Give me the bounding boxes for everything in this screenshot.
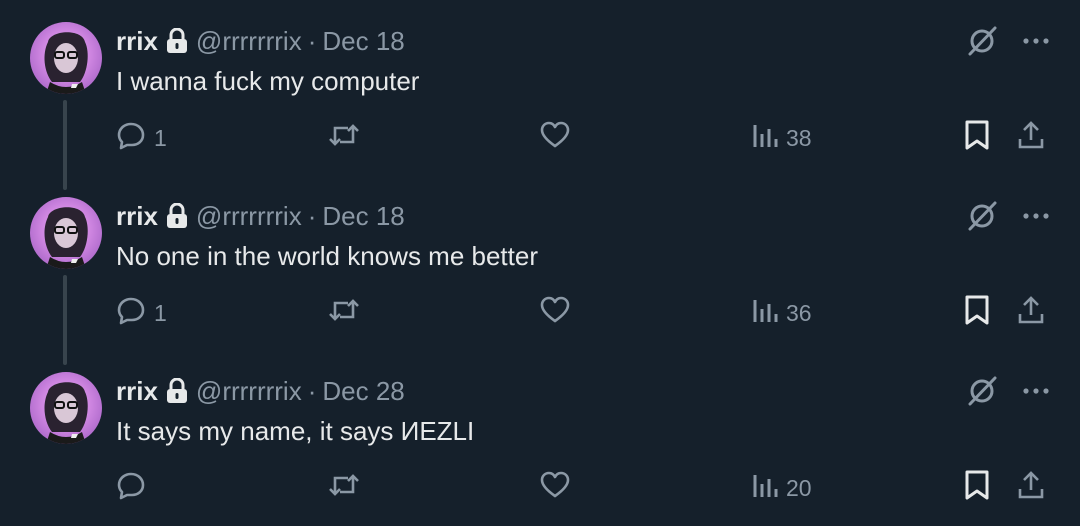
bookmark-button[interactable]	[964, 120, 990, 156]
bookmark-icon	[964, 469, 990, 507]
reply-button[interactable]: 1	[116, 295, 167, 331]
reply-count: 1	[154, 124, 167, 151]
reply-icon	[116, 470, 146, 506]
avatar[interactable]	[30, 372, 102, 444]
display-name[interactable]: rrix	[116, 24, 158, 58]
share-button[interactable]	[1016, 120, 1046, 156]
retweet-button[interactable]	[328, 470, 360, 506]
handle[interactable]: @rrrrrrrix	[196, 199, 302, 233]
reply-button[interactable]	[116, 470, 154, 506]
lock-icon	[166, 377, 188, 404]
avatar[interactable]	[30, 197, 102, 269]
views-button[interactable]: 36	[752, 295, 812, 331]
views-icon	[752, 296, 778, 330]
lock-icon	[166, 202, 188, 229]
separator: ·	[307, 376, 317, 406]
action-bar: 20	[116, 470, 1056, 506]
more-icon[interactable]	[1022, 212, 1050, 220]
views-icon	[752, 471, 778, 505]
display-name[interactable]: rrix	[116, 374, 158, 408]
tweet-header: rrix @rrrrrrrix · Dec 28	[116, 374, 405, 408]
tweet-text: It says my name, it says ИEZLI	[116, 416, 475, 446]
action-bar: 1 36	[116, 295, 1056, 331]
share-icon	[1016, 120, 1046, 156]
share-button[interactable]	[1016, 295, 1046, 331]
retweet-icon	[328, 470, 360, 506]
separator: ·	[307, 26, 317, 56]
reply-button[interactable]: 1	[116, 120, 167, 156]
grok-icon[interactable]	[966, 200, 998, 232]
bookmark-button[interactable]	[964, 470, 990, 506]
tweet[interactable]: rrix @rrrrrrrix · Dec 18 No one in the w…	[0, 175, 1080, 365]
timestamp[interactable]: Dec 28	[322, 374, 404, 408]
action-bar: 1 38	[116, 120, 1056, 156]
top-actions	[966, 374, 1050, 408]
bookmark-button[interactable]	[964, 295, 990, 331]
like-icon	[540, 296, 570, 330]
retweet-icon	[328, 295, 360, 331]
timestamp[interactable]: Dec 18	[322, 24, 404, 58]
views-count: 38	[786, 124, 812, 151]
tweet-header: rrix @rrrrrrrix · Dec 18	[116, 24, 405, 58]
tweet[interactable]: rrix @rrrrrrrix · Dec 18 I wanna fuck my…	[0, 0, 1080, 190]
avatar[interactable]	[30, 22, 102, 94]
share-icon	[1016, 295, 1046, 331]
more-icon[interactable]	[1022, 37, 1050, 45]
tweet[interactable]: rrix @rrrrrrrix · Dec 28 It says my name…	[0, 350, 1080, 525]
share-icon	[1016, 470, 1046, 506]
like-icon	[540, 471, 570, 505]
thread: rrix @rrrrrrrix · Dec 18 I wanna fuck my…	[0, 0, 1080, 526]
top-actions	[966, 24, 1050, 58]
views-count: 20	[786, 474, 812, 501]
retweet-button[interactable]	[328, 295, 360, 331]
lock-icon	[166, 27, 188, 54]
tweet-text: No one in the world knows me better	[116, 241, 538, 271]
views-icon	[752, 121, 778, 155]
handle[interactable]: @rrrrrrrix	[196, 374, 302, 408]
tweet-header: rrix @rrrrrrrix · Dec 18	[116, 199, 405, 233]
views-button[interactable]: 38	[752, 120, 812, 156]
reply-icon	[116, 120, 146, 156]
timestamp[interactable]: Dec 18	[322, 199, 404, 233]
like-icon	[540, 121, 570, 155]
tweet-text: I wanna fuck my computer	[116, 66, 420, 96]
bookmark-icon	[964, 119, 990, 157]
like-button[interactable]	[540, 120, 570, 156]
views-button[interactable]: 20	[752, 470, 812, 506]
retweet-button[interactable]	[328, 120, 360, 156]
display-name[interactable]: rrix	[116, 199, 158, 233]
like-button[interactable]	[540, 295, 570, 331]
grok-icon[interactable]	[966, 25, 998, 57]
reply-count: 1	[154, 299, 167, 326]
separator: ·	[307, 201, 317, 231]
top-actions	[966, 199, 1050, 233]
grok-icon[interactable]	[966, 375, 998, 407]
share-button[interactable]	[1016, 470, 1046, 506]
more-icon[interactable]	[1022, 387, 1050, 395]
retweet-icon	[328, 120, 360, 156]
handle[interactable]: @rrrrrrrix	[196, 24, 302, 58]
reply-icon	[116, 295, 146, 331]
like-button[interactable]	[540, 470, 570, 506]
bookmark-icon	[964, 294, 990, 332]
views-count: 36	[786, 299, 812, 326]
